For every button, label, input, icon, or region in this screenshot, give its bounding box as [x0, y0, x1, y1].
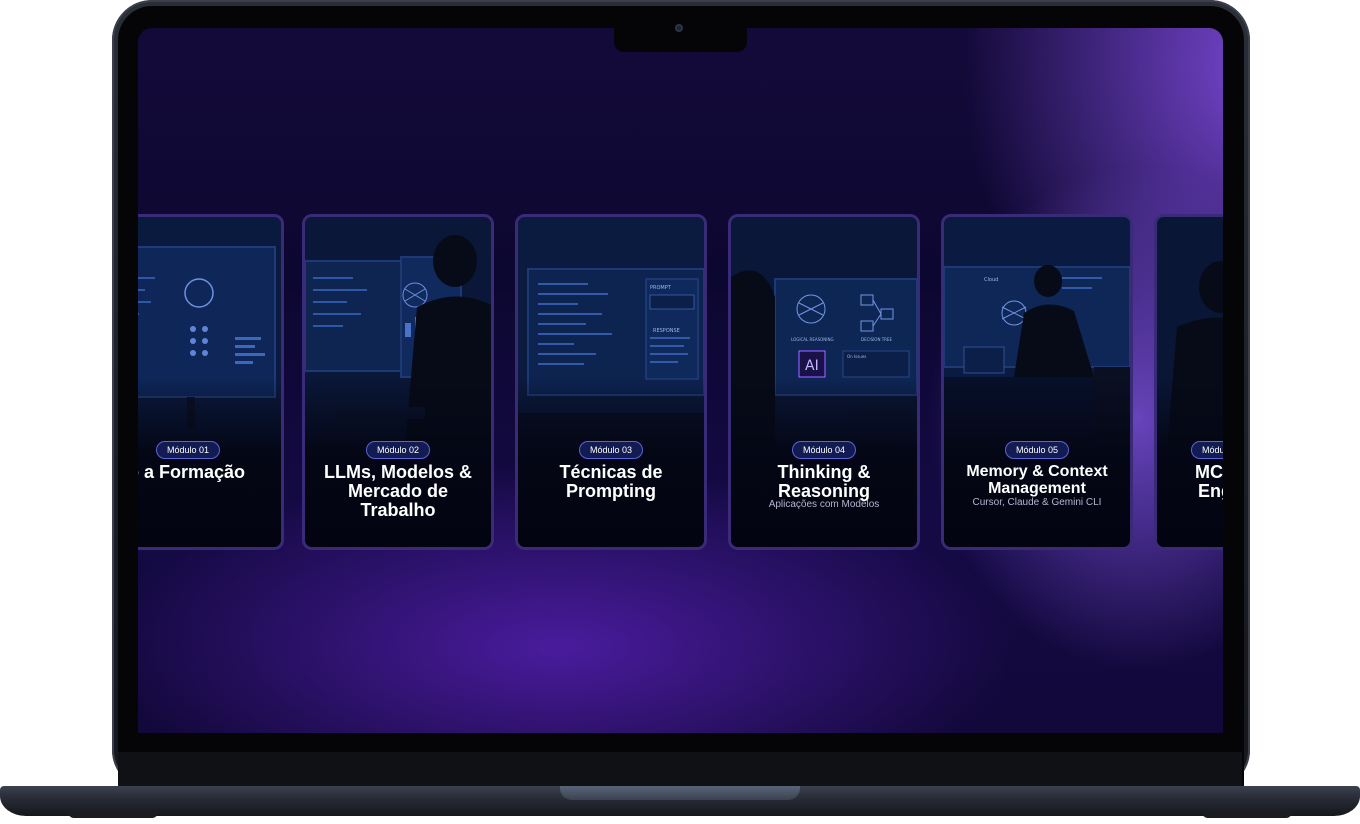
- module-subtitle: Aplicações com Modelos: [768, 499, 880, 510]
- response-label: RESPONSE: [653, 328, 680, 334]
- module-title: MCP Eng: [1195, 462, 1223, 501]
- module-card-05[interactable]: Cloud Módulo 05 Memory & Context Managem…: [941, 214, 1133, 550]
- module-badge: Módulo 01: [155, 441, 221, 459]
- card-shade: [944, 377, 1130, 547]
- module-badge: Módulo 05: [1004, 441, 1070, 459]
- module-carousel[interactable]: Módulo 01 ntrodução a Formação M: [138, 28, 1223, 733]
- module-title: ntrodução a Formação: [138, 462, 246, 482]
- laptop-foot-left: [68, 812, 158, 818]
- module-card-04[interactable]: LOGICAL REASONING DECISION TREE AI On Is…: [728, 214, 920, 550]
- laptop-foot-right: [1202, 812, 1292, 818]
- module-card-02[interactable]: Módulo 02 LLMs, Modelos & Mercado de Tra…: [302, 214, 494, 550]
- module-title: LLMs, Modelos & Mercado de Trabalho: [324, 462, 472, 520]
- module-badge: Módulo 03: [578, 441, 644, 459]
- module-card-01[interactable]: Módulo 01 ntrodução a Formação: [138, 214, 284, 550]
- trackpad-notch: [560, 786, 800, 800]
- ai-chip-label: AI: [805, 358, 819, 374]
- cloud-label: Cloud: [984, 277, 998, 283]
- module-badge: Módulo 04: [791, 441, 857, 459]
- module-card-03[interactable]: PROMPT RESPONSE Módulo 03 Técnicas de Pr…: [515, 214, 707, 550]
- module-card-06[interactable]: Módulo 06 MCP Eng: [1154, 214, 1223, 550]
- module-title: Técnicas de Prompting: [559, 462, 663, 501]
- module-badge: Módulo 02: [365, 441, 431, 459]
- decision-label: DECISION TREE: [861, 337, 892, 342]
- module-title: Thinking & Reasoning: [777, 462, 871, 501]
- laptop-chin: [118, 752, 1242, 786]
- logical-label: LOGICAL REASONING: [791, 337, 834, 342]
- prompt-label: PROMPT: [650, 285, 672, 291]
- module-subtitle: Cursor, Claude & Gemini CLI: [972, 497, 1102, 508]
- issues-label: On Issues: [847, 354, 866, 359]
- module-badge: Módulo 06: [1190, 441, 1223, 459]
- module-title: Memory & Context Management: [966, 463, 1108, 497]
- camera-icon: [675, 24, 683, 32]
- laptop-screen: Módulo 01 ntrodução a Formação M: [138, 28, 1223, 733]
